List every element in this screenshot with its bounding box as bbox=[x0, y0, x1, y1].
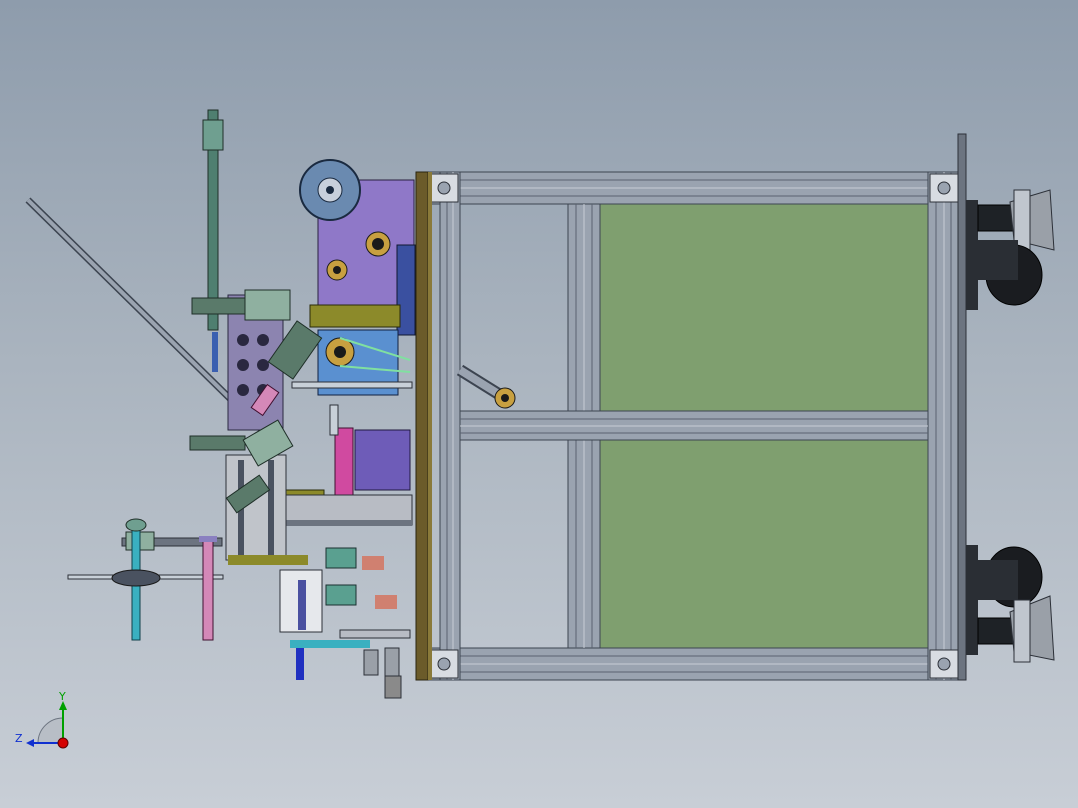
left-post bbox=[439, 171, 461, 681]
machine-assembly-drawing: Y Z bbox=[15, 109, 1055, 749]
x-axis-dot bbox=[57, 737, 69, 749]
cad-viewport[interactable]: Y Z bbox=[0, 0, 1078, 808]
top-rail bbox=[427, 171, 959, 205]
z-axis-label: Z bbox=[15, 732, 23, 745]
swing-arm bbox=[456, 364, 516, 409]
frame-assembly bbox=[415, 133, 967, 681]
vertical-teal-column bbox=[202, 109, 224, 372]
upper-green-panel bbox=[599, 202, 929, 412]
middle-rail bbox=[459, 410, 929, 441]
bottom-rail bbox=[427, 647, 959, 681]
coordinate-triad: Y Z bbox=[15, 690, 69, 749]
diagonal-guide-rod bbox=[25, 197, 265, 433]
right-post bbox=[927, 171, 959, 681]
lower-green-panel bbox=[599, 439, 929, 649]
right-end-plate bbox=[957, 133, 967, 681]
y-axis-label: Y bbox=[58, 690, 66, 703]
base-plate bbox=[415, 171, 429, 681]
base-plate-edge bbox=[428, 172, 432, 680]
lower-left-drive bbox=[67, 518, 224, 641]
caster-wheels bbox=[966, 189, 1055, 663]
